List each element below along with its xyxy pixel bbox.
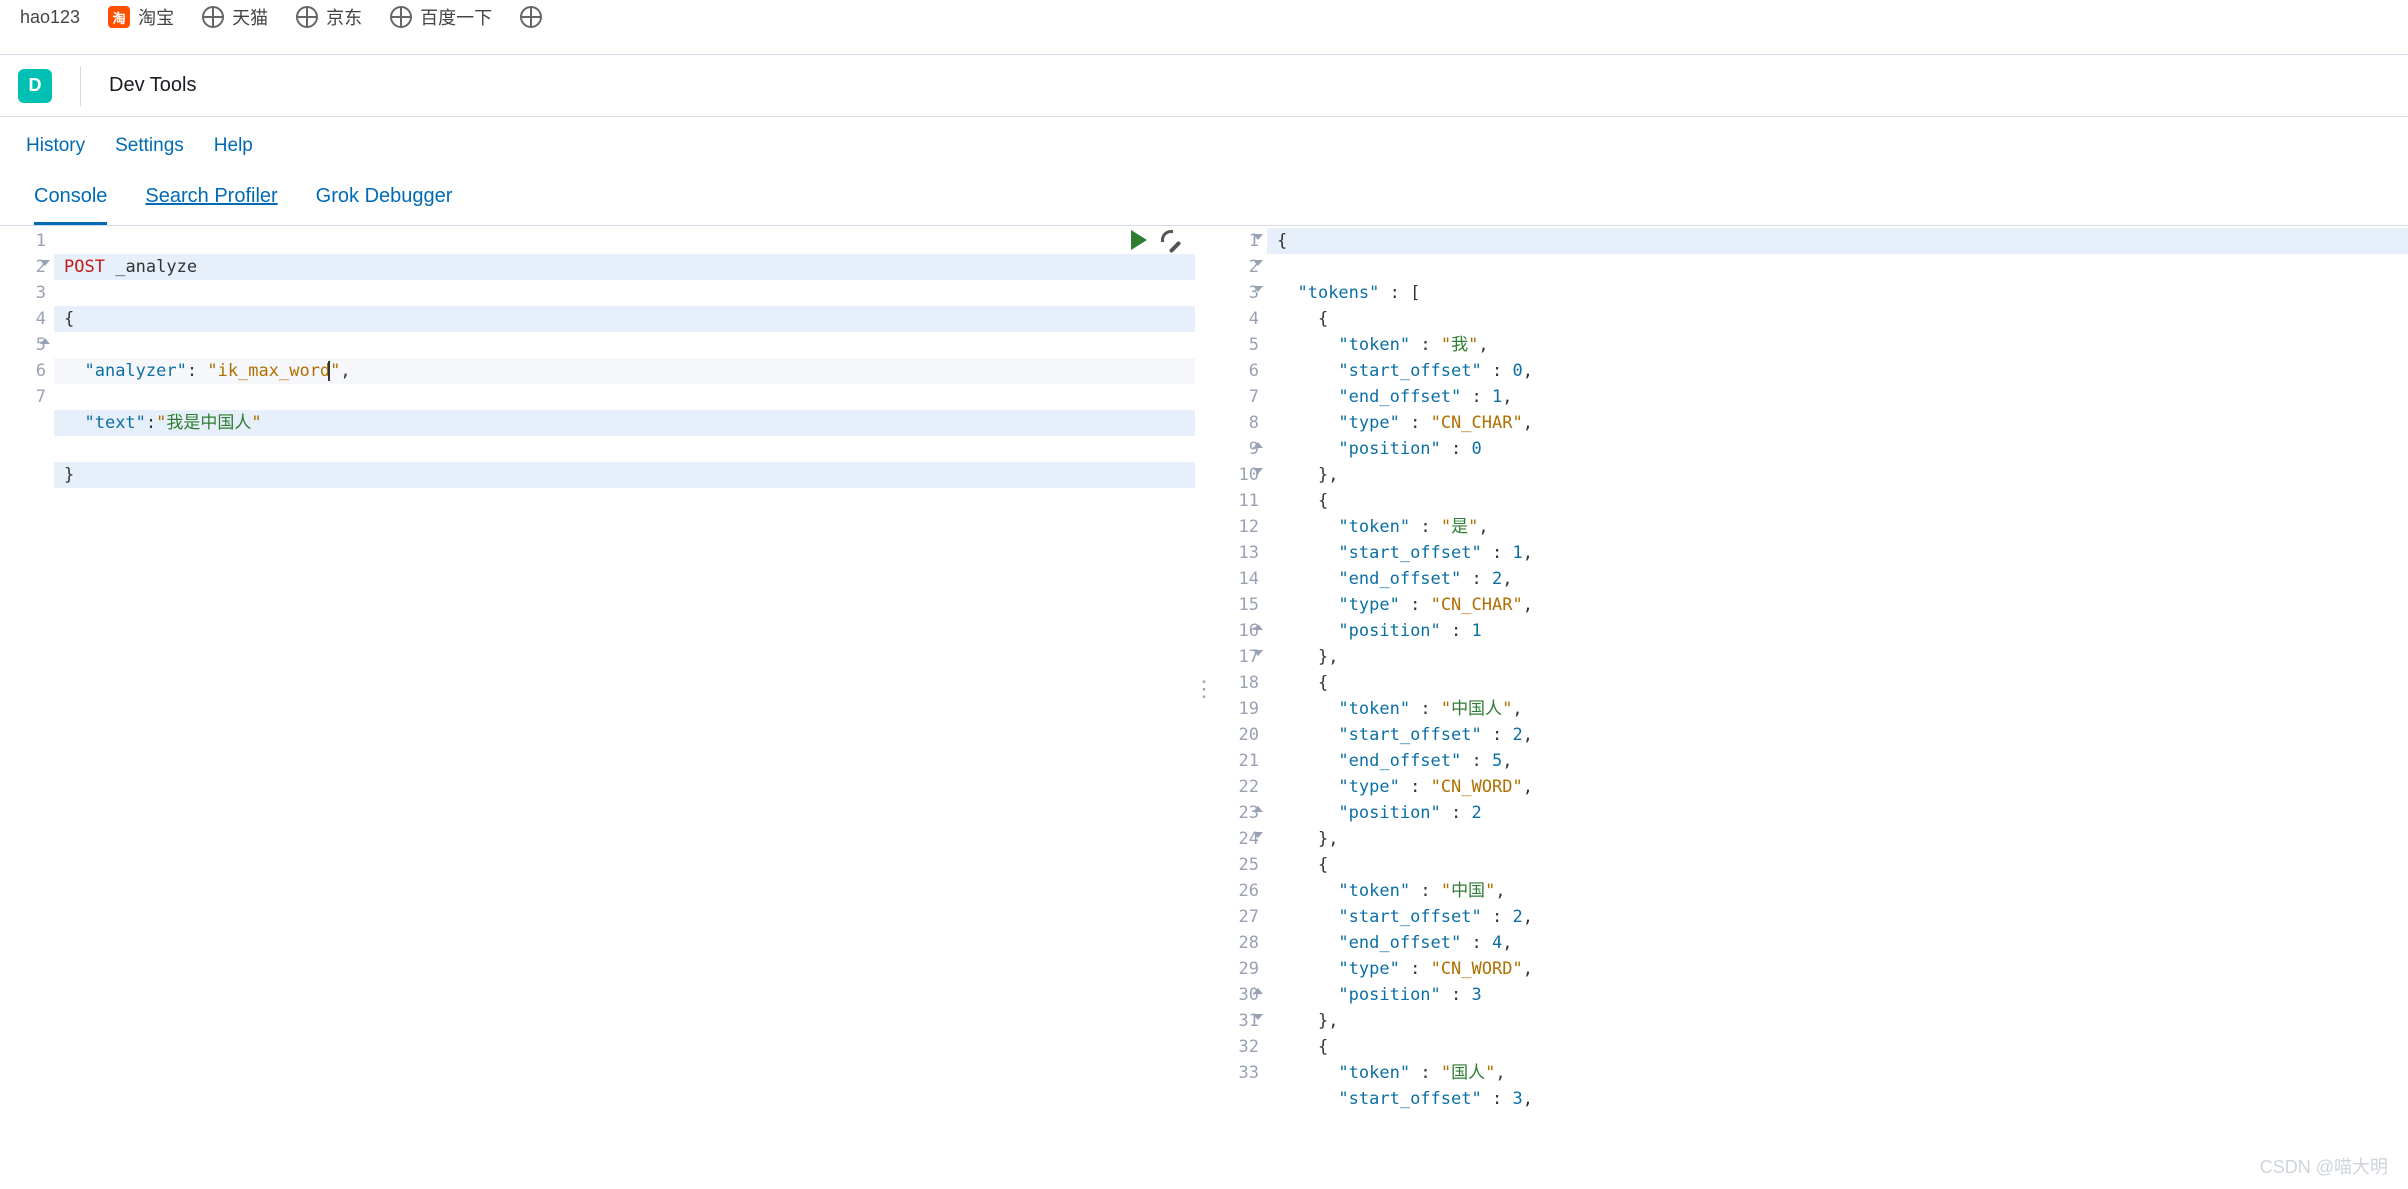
nav-settings[interactable]: Settings xyxy=(115,135,184,157)
text-caret xyxy=(328,361,330,381)
bookmark-label: 天猫 xyxy=(232,4,268,30)
tab-console[interactable]: Console xyxy=(34,185,107,225)
gutter-line: 1 xyxy=(1213,228,1259,254)
gutter-line: 19 xyxy=(1213,696,1259,722)
gutter-line: 22 xyxy=(1213,774,1259,800)
nav-links: History Settings Help xyxy=(0,117,2408,157)
gutter-line: 31 xyxy=(1213,1008,1259,1034)
gutter-line: 1 xyxy=(0,228,46,254)
gutter-line: 2 xyxy=(1213,254,1259,280)
gutter-line: 6 xyxy=(1213,358,1259,384)
response-gutter: 1234567891011121314151617181920212223242… xyxy=(1213,226,1267,1161)
gutter-line: 32 xyxy=(1213,1034,1259,1060)
gutter-line: 12 xyxy=(1213,514,1259,540)
gutter-line: 24 xyxy=(1213,826,1259,852)
gutter-line: 14 xyxy=(1213,566,1259,592)
nav-history[interactable]: History xyxy=(26,135,85,157)
fold-icon[interactable] xyxy=(1253,988,1263,994)
gutter-line: 27 xyxy=(1213,904,1259,930)
bookmark-hao123[interactable]: hao123 xyxy=(20,7,80,28)
tab-search-profiler[interactable]: Search Profiler xyxy=(145,185,277,225)
devtools-badge[interactable]: D xyxy=(18,69,52,103)
nav-help[interactable]: Help xyxy=(214,135,253,157)
fold-icon[interactable] xyxy=(1253,1014,1263,1020)
bookmark-tmall[interactable]: 天猫 xyxy=(202,4,268,30)
bookmark-label: hao123 xyxy=(20,7,80,28)
gutter-line: 8 xyxy=(1213,410,1259,436)
bookmark-empty[interactable] xyxy=(520,6,542,28)
editor-area: 1 2 3 4 5 6 7 POST _analyze { "analyzer"… xyxy=(0,226,2408,1161)
request-pane[interactable]: 1 2 3 4 5 6 7 POST _analyze { "analyzer"… xyxy=(0,226,1195,1161)
fold-icon[interactable] xyxy=(1253,806,1263,812)
gutter-line: 5 xyxy=(1213,332,1259,358)
globe-icon xyxy=(202,6,224,28)
globe-icon xyxy=(296,6,318,28)
gutter-line: 18 xyxy=(1213,670,1259,696)
fold-icon[interactable] xyxy=(1253,234,1263,240)
app-header: D Dev Tools xyxy=(0,55,2408,117)
fold-icon[interactable] xyxy=(1253,624,1263,630)
taobao-icon: 淘 xyxy=(108,6,130,28)
fold-icon[interactable] xyxy=(40,260,50,266)
app-frame: D Dev Tools History Settings Help Consol… xyxy=(0,54,2408,1161)
gutter-line: 2 xyxy=(0,254,46,280)
fold-icon[interactable] xyxy=(1253,442,1263,448)
gutter-line: 13 xyxy=(1213,540,1259,566)
gutter-line: 5 xyxy=(0,332,46,358)
gutter-line: 3 xyxy=(1213,280,1259,306)
tabs: Console Search Profiler Grok Debugger xyxy=(0,157,2408,226)
gutter-line: 23 xyxy=(1213,800,1259,826)
request-gutter: 1 2 3 4 5 6 7 xyxy=(0,226,54,1161)
globe-icon xyxy=(390,6,412,28)
gutter-line: 4 xyxy=(1213,306,1259,332)
text-value: 我是中国人 xyxy=(166,413,251,433)
http-method: POST xyxy=(64,257,105,277)
bookmark-baidu[interactable]: 百度一下 xyxy=(390,4,492,30)
response-viewer[interactable]: { "tokens" : [ { "token" : "我", "start_o… xyxy=(1267,226,2408,1161)
pane-resizer[interactable] xyxy=(1195,226,1213,1161)
analyzer-value: ik_max_word xyxy=(218,361,331,381)
gutter-line: 29 xyxy=(1213,956,1259,982)
gutter-line: 9 xyxy=(1213,436,1259,462)
gutter-line: 21 xyxy=(1213,748,1259,774)
bookmark-jd[interactable]: 京东 xyxy=(296,4,362,30)
gutter-line: 15 xyxy=(1213,592,1259,618)
gutter-line: 7 xyxy=(0,384,46,410)
page-title: Dev Tools xyxy=(80,66,196,106)
bookmark-label: 淘宝 xyxy=(138,4,174,30)
gutter-line: 17 xyxy=(1213,644,1259,670)
gutter-line: 30 xyxy=(1213,982,1259,1008)
tab-grok-debugger[interactable]: Grok Debugger xyxy=(316,185,453,225)
gutter-line: 3 xyxy=(0,280,46,306)
watermark: CSDN @喵大明 xyxy=(2260,1153,2388,1179)
response-pane[interactable]: 1234567891011121314151617181920212223242… xyxy=(1213,226,2408,1161)
gutter-line: 16 xyxy=(1213,618,1259,644)
fold-icon[interactable] xyxy=(1253,468,1263,474)
globe-icon xyxy=(520,6,542,28)
gutter-line: 11 xyxy=(1213,488,1259,514)
gutter-line: 10 xyxy=(1213,462,1259,488)
browser-bookmarks-bar: hao123 淘淘宝 天猫 京东 百度一下 xyxy=(0,0,2408,34)
gutter-line: 6 xyxy=(0,358,46,384)
gutter-line: 25 xyxy=(1213,852,1259,878)
fold-icon[interactable] xyxy=(40,338,50,344)
fold-icon[interactable] xyxy=(1253,286,1263,292)
fold-icon[interactable] xyxy=(1253,650,1263,656)
gutter-line: 33 xyxy=(1213,1060,1259,1086)
gutter-line: 28 xyxy=(1213,930,1259,956)
bookmark-taobao[interactable]: 淘淘宝 xyxy=(108,4,174,30)
bookmark-label: 百度一下 xyxy=(420,4,492,30)
gutter-line: 26 xyxy=(1213,878,1259,904)
gutter-line: 7 xyxy=(1213,384,1259,410)
fold-icon[interactable] xyxy=(1253,832,1263,838)
request-path: _analyze xyxy=(115,257,197,277)
gutter-line: 20 xyxy=(1213,722,1259,748)
fold-icon[interactable] xyxy=(1253,260,1263,266)
request-editor[interactable]: POST _analyze { "analyzer": "ik_max_word… xyxy=(54,226,1195,592)
gutter-line: 4 xyxy=(0,306,46,332)
bookmark-label: 京东 xyxy=(326,4,362,30)
